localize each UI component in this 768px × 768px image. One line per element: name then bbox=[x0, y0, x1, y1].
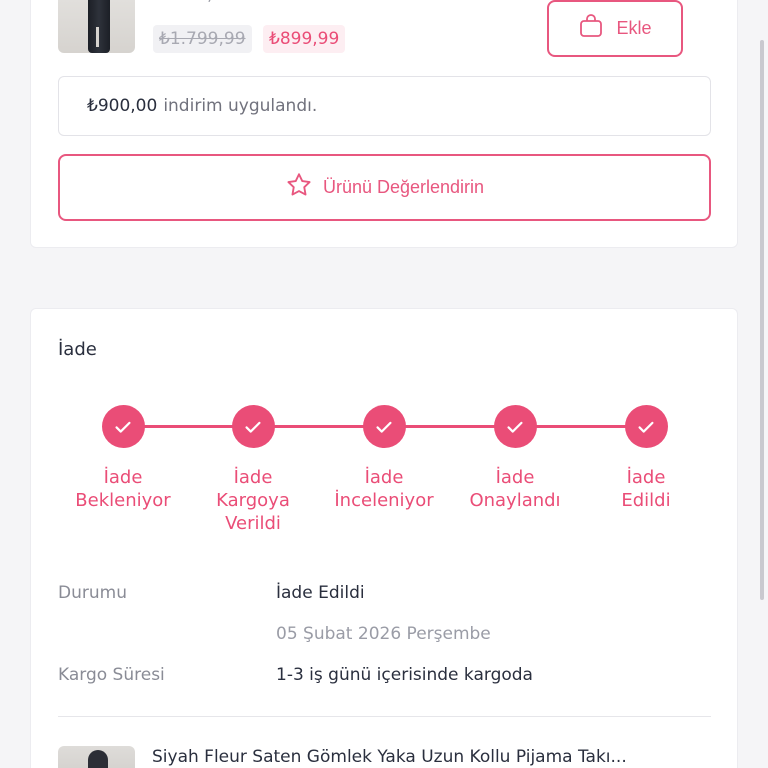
add-button-label: Ekle bbox=[616, 18, 652, 38]
check-icon bbox=[624, 405, 668, 448]
discounted-price: ₺899,99 bbox=[263, 25, 346, 53]
check-icon bbox=[101, 405, 145, 448]
discount-text: indirim uygulandı. bbox=[163, 96, 318, 116]
status-value: İade Edildi bbox=[276, 583, 365, 603]
product-thumbnail[interactable] bbox=[58, 746, 135, 768]
cargo-duration-value: 1-3 iş günü içerisinde kargoda bbox=[276, 665, 533, 685]
status-label: Durumu bbox=[58, 583, 127, 603]
check-icon bbox=[362, 405, 406, 448]
product-variant: 1 Adet, Beden: M bbox=[155, 0, 293, 4]
return-step-awaiting: İade Bekleniyor bbox=[58, 405, 188, 512]
add-to-cart-button[interactable]: Ekle bbox=[547, 0, 683, 57]
check-icon bbox=[493, 405, 537, 448]
scrollbar[interactable] bbox=[760, 40, 764, 600]
review-button-label: Ürünü Değerlendirin bbox=[322, 177, 485, 197]
step-label: İade Kargoya Verildi bbox=[216, 467, 290, 534]
step-label: İade Bekleniyor bbox=[75, 467, 171, 511]
step-label: İade İnceleniyor bbox=[334, 467, 434, 511]
step-label: İade Edildi bbox=[621, 467, 671, 511]
return-section-title: İade bbox=[58, 339, 97, 360]
star-icon bbox=[285, 171, 313, 204]
return-step-completed: İade Edildi bbox=[581, 405, 711, 512]
old-price: ₺1.799,99 bbox=[153, 25, 252, 53]
discount-amount: ₺900,00 bbox=[87, 96, 158, 116]
divider bbox=[58, 716, 711, 717]
return-status-card: İade İade Bekleniyor İade Kargoya Verild… bbox=[30, 308, 738, 768]
step-label: İade Onaylandı bbox=[469, 467, 561, 511]
product-title[interactable]: Siyah Fleur Saten Gömlek Yaka Uzun Kollu… bbox=[152, 747, 627, 767]
return-step-approved: İade Onaylandı bbox=[450, 405, 580, 512]
shopping-bag-icon bbox=[578, 13, 604, 44]
cargo-duration-label: Kargo Süresi bbox=[58, 665, 165, 685]
status-date: 05 Şubat 2026 Perşembe bbox=[276, 624, 491, 644]
return-step-shipped: İade Kargoya Verildi bbox=[188, 405, 318, 535]
order-product-card: 1 Adet, Beden: M ₺1.799,99 ₺899,99 Ekle … bbox=[30, 0, 738, 248]
discount-info: ₺900,00 indirim uygulandı. bbox=[58, 76, 711, 136]
review-product-button[interactable]: Ürünü Değerlendirin bbox=[58, 154, 711, 221]
return-step-inspecting: İade İnceleniyor bbox=[319, 405, 449, 512]
product-thumbnail[interactable] bbox=[58, 0, 135, 53]
check-icon bbox=[231, 405, 275, 448]
